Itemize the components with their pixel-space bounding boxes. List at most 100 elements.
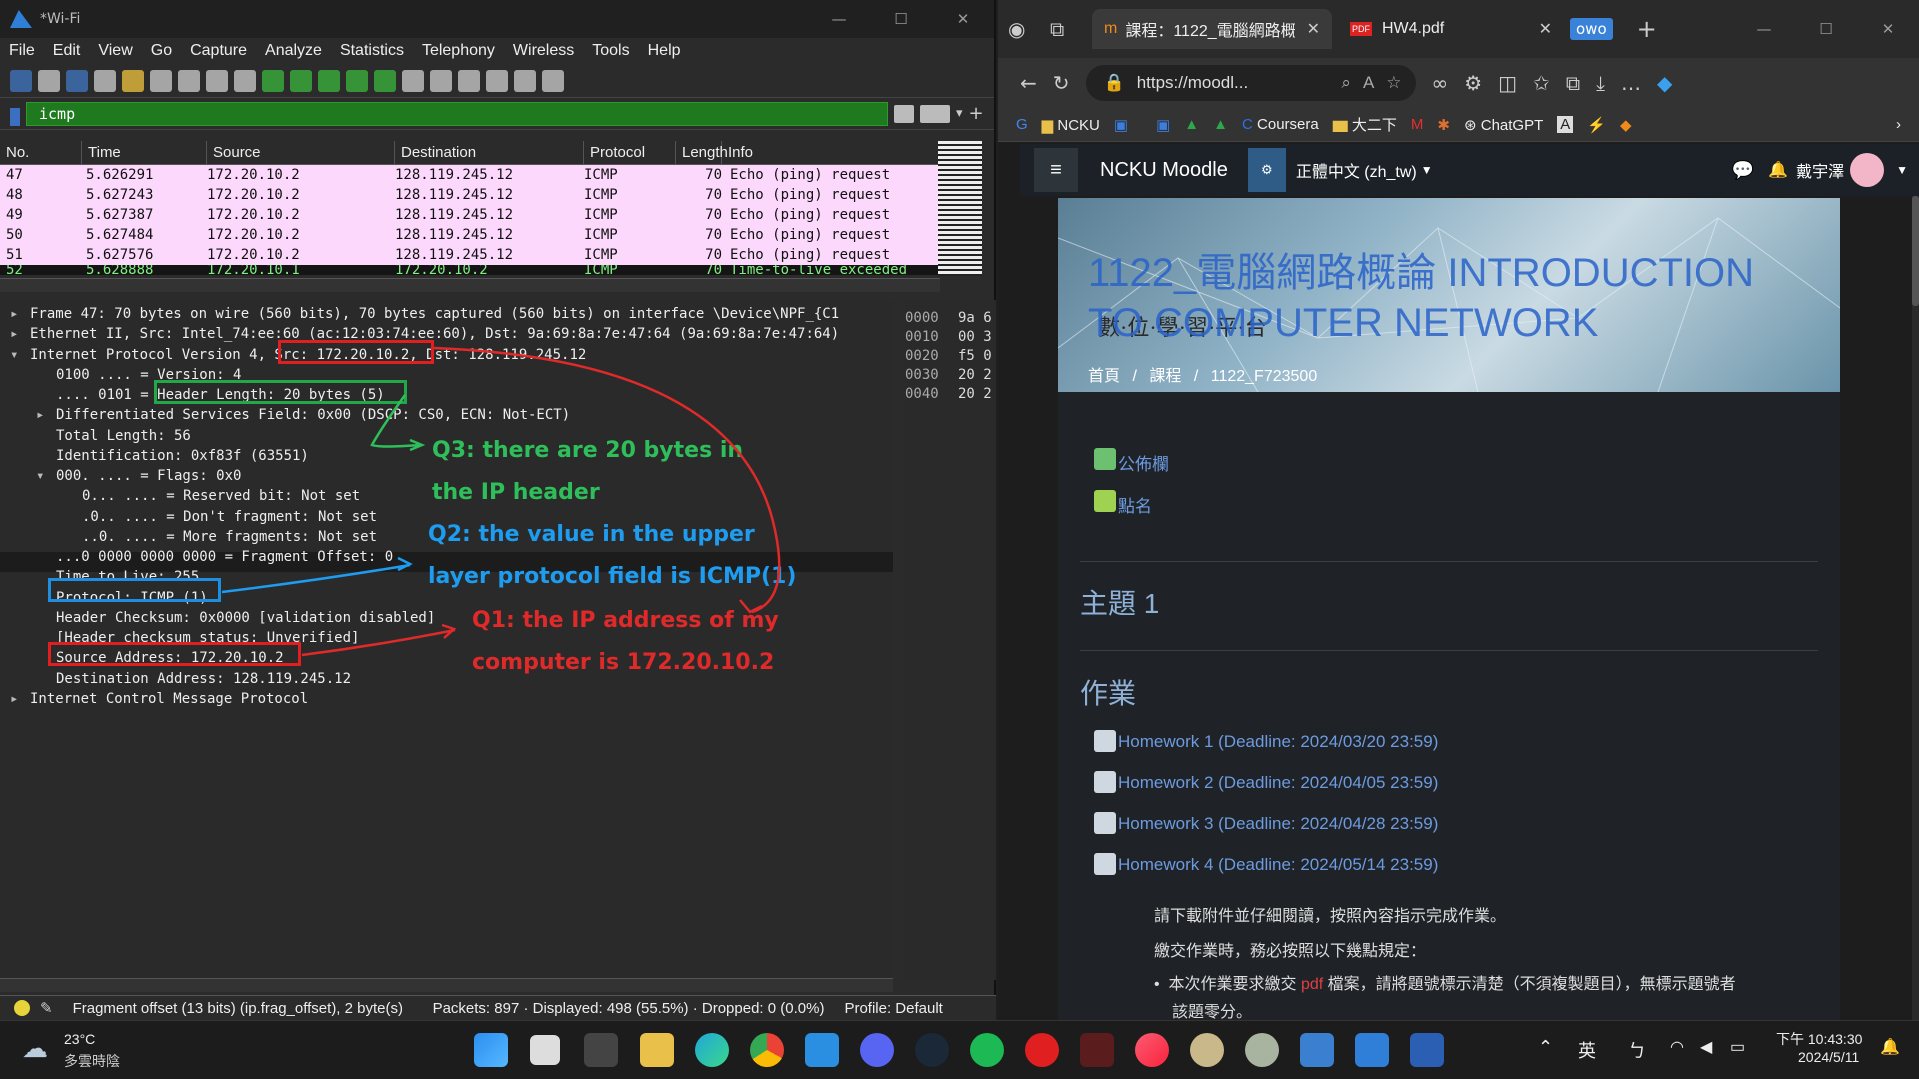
tab-pdf[interactable]: PDF HW4.pdf ✕ [1338,9,1564,49]
go-first-icon[interactable] [346,69,368,92]
packet-row[interactable]: 49 5.627387 172.20.10.2 128.119.245.12 ICMP 7… [0,205,940,225]
homework-2-link[interactable]: Homework 2 (Deadline: 2024/04/05 23:59) [1118,773,1438,793]
tab-close-icon[interactable]: ✕ [1307,19,1320,39]
app-game-icon[interactable] [1245,1033,1279,1067]
close-icon[interactable]: ✕ [1857,20,1919,38]
notifications-bell-icon[interactable]: 🔔 [1768,160,1788,180]
menu-help[interactable]: Help [639,42,690,60]
address-bar[interactable]: 🔒 https://moodl... ⌕ A ☆ [1085,65,1416,101]
packet-minimap[interactable] [938,141,982,276]
copilot-icon[interactable]: ◆ [1657,71,1672,95]
menu-wireless[interactable]: Wireless [504,42,583,60]
expert-info-icon[interactable] [14,1000,30,1016]
minimize-icon[interactable]: — [808,10,870,28]
details-hscrollbar[interactable] [0,978,893,992]
discord-icon[interactable] [860,1033,894,1067]
go-last-icon[interactable] [374,69,396,92]
page-scrollbar[interactable] [1912,196,1919,1020]
link-attendance[interactable]: 點名 [1118,492,1152,517]
battery-icon[interactable]: ▭ [1730,1037,1745,1057]
menu-go[interactable]: Go [142,42,181,60]
extensions-puzzle-icon[interactable]: ⚙ [1464,71,1482,95]
go-back-icon[interactable] [262,69,284,92]
drive-icon-2[interactable]: ▲ [1213,116,1228,133]
bookmark-ncku[interactable]: ▆ NCKU [1042,116,1100,134]
profile-avatar-icon[interactable]: ◉ [1008,17,1044,41]
calendar-icon[interactable]: ▣ [1114,116,1128,134]
speaker-icon[interactable]: ◀ [1700,1037,1712,1057]
menu-telephony[interactable]: Telephony [413,42,504,60]
app-icon[interactable]: ✱ [1437,116,1450,134]
chevron-right-icon[interactable]: › [1896,116,1901,133]
status-profile[interactable]: Profile: Default [834,1000,952,1017]
wifi-icon[interactable]: ◠ [1670,1037,1684,1057]
collections-icon[interactable]: ⧉ [1566,71,1580,95]
resize-columns-icon[interactable] [542,69,564,92]
ime-indicator[interactable]: 英 [1578,1037,1596,1063]
packet-row[interactable]: 48 5.627243 172.20.10.2 128.119.245.12 ICMP 7… [0,185,940,205]
edge-icon[interactable] [695,1033,729,1067]
profile-badge[interactable]: owo [1570,18,1613,40]
vscode-icon[interactable] [805,1033,839,1067]
file-explorer-icon[interactable] [640,1033,674,1067]
read-aloud-icon[interactable]: A [1363,73,1374,93]
homework-4-link[interactable]: Homework 4 (Deadline: 2024/05/14 23:59) [1118,855,1438,875]
user-name[interactable]: 戴宇澤 [1796,158,1844,182]
edit-comment-icon[interactable]: ✎ [30,999,63,1017]
maximize-icon[interactable]: ☐ [870,10,932,28]
zoom-icon[interactable]: ⌕ [1341,73,1351,93]
hex-bytes[interactable]: 20 2 [958,384,992,404]
drive-icon[interactable]: ▲ [1184,116,1199,133]
col-destination[interactable]: Destination [395,141,584,164]
new-tab-icon[interactable]: + [1637,15,1657,43]
start-menu-icon[interactable] [474,1033,508,1067]
start-capture-icon[interactable] [10,69,32,92]
bookmark-icon-misc[interactable]: ⚡ [1587,116,1606,134]
restart-capture-icon[interactable] [66,69,88,92]
link-announcements[interactable]: 公佈欄 [1118,450,1169,475]
wireshark-taskbar-icon[interactable] [1355,1033,1389,1067]
chevron-down-icon[interactable]: ▾ [956,106,963,121]
menu-capture[interactable]: Capture [181,42,256,60]
col-no[interactable]: No. [0,141,82,164]
zoom-in-icon[interactable] [458,69,480,92]
back-icon[interactable]: ← [1020,71,1037,95]
homework-1-link[interactable]: Homework 1 (Deadline: 2024/03/20 23:59) [1118,732,1438,752]
weather-cloud-icon[interactable]: ☁ [22,1033,48,1064]
menu-analyze[interactable]: Analyze [256,42,331,60]
zoom-normal-icon[interactable] [514,69,536,92]
workspaces-icon[interactable]: ⧉ [1050,17,1086,41]
open-file-icon[interactable] [122,69,144,92]
weather-desc[interactable]: 多雲時陰 [64,1051,120,1071]
chevron-down-icon[interactable]: ▼ [1896,163,1908,177]
menu-file[interactable]: File [0,42,44,60]
extension-icon[interactable]: ∞ [1432,71,1449,95]
col-info[interactable]: Info [722,141,940,164]
bookmark-chatgpt[interactable]: ⊛ ChatGPT [1464,116,1543,134]
packet-row[interactable]: 51 5.627576 172.20.10.2 128.119.245.12 ICMP 7… [0,245,940,265]
display-filter-input[interactable]: icmp [26,101,888,126]
hex-bytes[interactable]: 9a 6 [958,308,992,328]
favorites-icon[interactable]: ✩ [1533,71,1550,95]
academia-icon[interactable]: A [1557,116,1574,133]
hex-bytes[interactable]: 20 2 [958,365,992,385]
breadcrumb-courses[interactable]: 課程 [1149,368,1181,385]
split-screen-icon[interactable]: ◫ [1498,71,1517,95]
hex-bytes[interactable]: 00 3 [958,327,992,347]
colorize-icon[interactable] [430,69,452,92]
go-forward-icon[interactable] [290,69,312,92]
translate-icon[interactable]: ▣ [1156,116,1170,134]
maximize-icon[interactable]: ☐ [1795,20,1857,38]
steam-icon[interactable] [915,1033,949,1067]
zoom-out-icon[interactable] [486,69,508,92]
add-filter-icon[interactable]: + [969,103,984,124]
word-icon[interactable] [1410,1033,1444,1067]
chevron-up-icon[interactable]: ⌃ [1538,1037,1553,1058]
itunes-icon[interactable] [1135,1033,1169,1067]
menu-tools[interactable]: Tools [583,42,638,60]
hex-bytes[interactable]: f5 0 [958,346,992,366]
tab-moodle[interactable]: m 課程：1122_電腦網路概 ✕ [1092,9,1332,49]
google-icon[interactable]: G [1016,116,1028,133]
capture-options-icon[interactable] [94,69,116,92]
settings-cog-icon[interactable]: ⚙ [1247,148,1286,192]
